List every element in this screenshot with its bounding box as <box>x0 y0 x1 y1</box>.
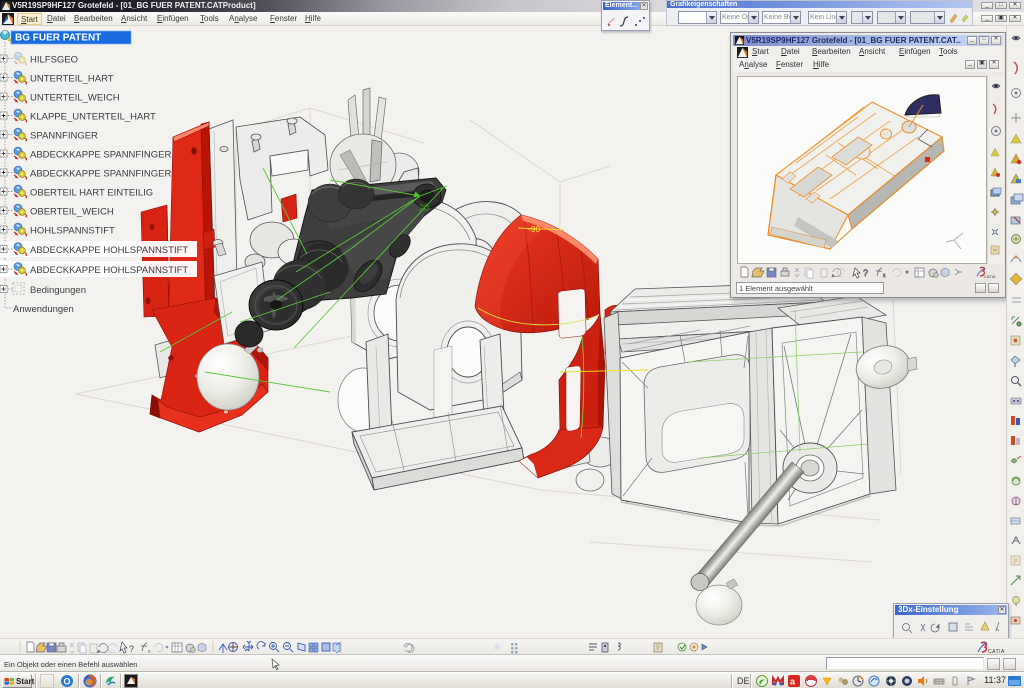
svg-text:HILFSGEO: HILFSGEO <box>30 55 78 66</box>
svg-text:?: ? <box>129 644 134 654</box>
svg-text:CATIA: CATIA <box>988 649 1005 655</box>
svg-text:BG FUER PATENT: BG FUER PATENT <box>15 33 101 44</box>
svg-text:KLAPPE_UNTERTEIL_HART: KLAPPE_UNTERTEIL_HART <box>30 112 156 123</box>
svg-text:CATIA: CATIA <box>984 274 996 279</box>
svg-text:20: 20 <box>419 203 429 213</box>
svg-text:a: a <box>790 677 796 687</box>
svg-text:x: x <box>883 273 886 279</box>
svg-text:UNTERTEIL_WEICH: UNTERTEIL_WEICH <box>30 93 120 104</box>
svg-text:SPANNFINGER: SPANNFINGER <box>30 131 98 142</box>
svg-text:?: ? <box>863 268 868 278</box>
svg-text:Bedingungen: Bedingungen <box>30 285 86 296</box>
svg-text:ABDECKKAPPE HOHLSPANNSTIFT: ABDECKKAPPE HOHLSPANNSTIFT <box>30 265 188 276</box>
svg-text:-90: -90 <box>528 224 541 234</box>
svg-text:ABDECKKAPPE HOHLSPANNSTIFT: ABDECKKAPPE HOHLSPANNSTIFT <box>30 245 188 256</box>
svg-text:Anwendungen: Anwendungen <box>13 304 74 315</box>
svg-text:UNTERTEIL_HART: UNTERTEIL_HART <box>30 74 114 85</box>
svg-text:OBERTEIL_WEICH: OBERTEIL_WEICH <box>30 207 114 218</box>
svg-text:ABDECKKAPPE SPANNFINGER: ABDECKKAPPE SPANNFINGER <box>30 150 171 161</box>
svg-text:ABDECKKAPPE SPANNFINGER: ABDECKKAPPE SPANNFINGER <box>30 169 171 180</box>
svg-text:OBERTEIL HART EINTEILIG: OBERTEIL HART EINTEILIG <box>30 188 153 199</box>
svg-text:HOHLSPANNSTIFT: HOHLSPANNSTIFT <box>30 226 115 237</box>
svg-text:O: O <box>64 677 71 687</box>
